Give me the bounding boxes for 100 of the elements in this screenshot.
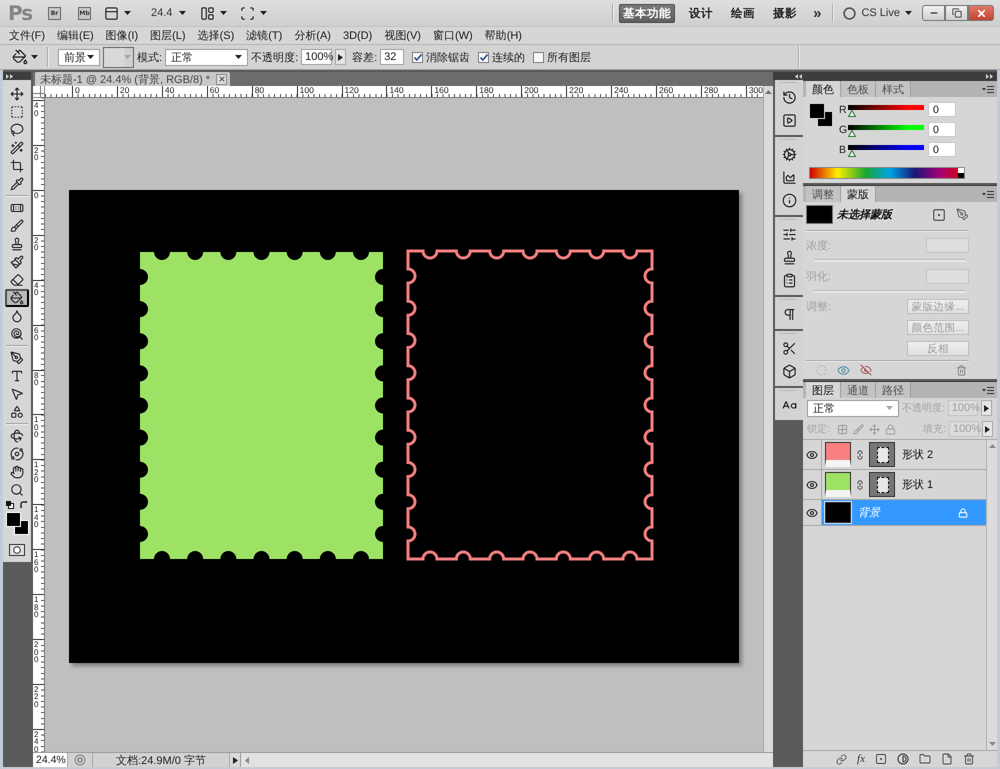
channel-value-field[interactable]: 0: [928, 122, 956, 137]
screen-mode-icon[interactable]: [240, 6, 256, 20]
play-square-icon[interactable]: [782, 113, 796, 128]
workspace-button[interactable]: 基本功能: [619, 4, 676, 22]
close-tab-button[interactable]: [216, 74, 228, 84]
double-chevron-icon[interactable]: [6, 74, 14, 78]
paint-bucket-icon[interactable]: [12, 49, 28, 65]
channel-slider-track[interactable]: [848, 124, 924, 138]
page-icon[interactable]: [941, 753, 953, 765]
fill-slider-button[interactable]: [982, 421, 993, 437]
pixel-mask-icon[interactable]: [932, 208, 946, 222]
zoom-dropdown[interactable]: 24.4: [151, 7, 186, 19]
default-colors-icon[interactable]: [6, 501, 14, 509]
caret-down-icon[interactable]: [260, 11, 268, 15]
panel-menu-icon[interactable]: [982, 190, 994, 198]
cube-icon[interactable]: [782, 364, 796, 379]
channel-slider-track[interactable]: [848, 104, 924, 118]
stamp-icon[interactable]: [782, 250, 796, 265]
horizontal-scrollbar[interactable]: [241, 753, 773, 767]
minimize-button[interactable]: [922, 5, 945, 21]
mask-icon[interactable]: [875, 753, 887, 765]
ruler-origin[interactable]: [33, 86, 45, 98]
history-icon[interactable]: [782, 90, 796, 105]
link-icon[interactable]: [836, 754, 848, 764]
channel-slider-track[interactable]: [848, 144, 924, 158]
area-chart-icon[interactable]: [782, 170, 796, 185]
double-chevron-icon[interactable]: [795, 74, 803, 78]
panel-tab[interactable]: 颜色: [806, 81, 841, 97]
zoom-field[interactable]: 24.4%: [33, 753, 68, 767]
menu-item[interactable]: 分析(A): [292, 28, 333, 43]
double-chevron-icon[interactable]: [986, 74, 994, 78]
opacity-slider-button[interactable]: [980, 400, 992, 416]
arrange-documents-icon[interactable]: [200, 6, 216, 20]
disc-icon[interactable]: [74, 754, 86, 766]
panel-tab[interactable]: 样式: [876, 81, 911, 97]
checkbox[interactable]: [533, 52, 544, 62]
color-spectrum-bar[interactable]: [809, 167, 965, 179]
folder-icon[interactable]: [919, 753, 931, 765]
opacity-slider-button[interactable]: [335, 49, 346, 65]
clipboard-list-icon[interactable]: [782, 273, 796, 288]
caret-down-icon[interactable]: [220, 11, 228, 15]
menu-item[interactable]: 窗口(W): [430, 28, 475, 43]
panel-menu-icon[interactable]: [982, 386, 994, 394]
channel-value-field[interactable]: 0: [928, 102, 956, 117]
caret-down-icon[interactable]: [31, 55, 38, 59]
checkbox[interactable]: [412, 52, 424, 62]
feather-field[interactable]: [926, 268, 969, 284]
panel-menu-icon[interactable]: [982, 86, 994, 92]
caret-down-icon[interactable]: [124, 11, 131, 15]
color-swatches-icon[interactable]: [809, 103, 833, 127]
opacity-field[interactable]: 100%: [301, 49, 332, 65]
menu-item[interactable]: 文件(F): [7, 28, 48, 43]
tolerance-field[interactable]: 32: [380, 49, 404, 65]
restore-button[interactable]: [945, 5, 968, 21]
checkbox[interactable]: [478, 52, 490, 62]
checkbox-label[interactable]: 消除锯齿: [426, 50, 470, 64]
checkerboard-icon[interactable]: [836, 424, 848, 434]
pattern-picker[interactable]: [103, 46, 134, 68]
scissors-icon[interactable]: [782, 341, 796, 356]
menu-item[interactable]: 编辑(E): [55, 28, 96, 43]
fill-source-dropdown[interactable]: 前景: [58, 48, 100, 66]
pilcrow-icon[interactable]: [782, 307, 796, 322]
ruler-label: 40: [34, 282, 38, 297]
view-extras-icon[interactable]: [104, 6, 119, 20]
menu-item[interactable]: 帮助(H): [482, 28, 524, 43]
menu-item[interactable]: 图层(L): [148, 28, 188, 43]
opacity-label: 不透明度:: [251, 50, 298, 64]
quick-mask-icon[interactable]: [9, 544, 25, 556]
checkbox-label[interactable]: 所有图层: [547, 50, 592, 64]
panel-tab[interactable]: 色板: [841, 81, 876, 97]
mode-dropdown[interactable]: 正常: [165, 48, 248, 66]
trash-icon[interactable]: [956, 364, 967, 376]
more-workspaces-button[interactable]: »: [813, 4, 822, 22]
menu-item[interactable]: 选择(S): [196, 28, 236, 43]
vertical-scrollbar[interactable]: [763, 86, 773, 752]
menu-item[interactable]: 3D(D): [340, 30, 374, 42]
cs-live-button[interactable]: CS Live: [843, 6, 912, 20]
layers-scrollbar[interactable]: [986, 440, 997, 750]
close-button[interactable]: [968, 5, 994, 21]
cog-icon[interactable]: [782, 147, 796, 162]
workspace-button[interactable]: 设计: [685, 4, 718, 22]
status-menu-button[interactable]: [230, 753, 241, 767]
pen-nib-icon[interactable]: [956, 208, 969, 221]
eye-off-icon[interactable]: [860, 364, 872, 376]
contrast-icon[interactable]: [897, 753, 909, 765]
menu-item[interactable]: 滤镜(T): [244, 28, 284, 43]
swap-arrow-icon[interactable]: [20, 501, 28, 509]
sliders-icon[interactable]: [782, 227, 796, 242]
workspace-button[interactable]: 绘画: [727, 4, 760, 22]
info-icon[interactable]: [782, 193, 796, 208]
density-field[interactable]: [926, 238, 969, 252]
document-tab[interactable]: 未标题-1 @ 24.4% (背景, RGB/8) *: [35, 72, 230, 86]
menu-item[interactable]: 图像(I): [104, 28, 140, 43]
workspace-button[interactable]: 摄影: [769, 4, 802, 22]
tool-button[interactable]: [5, 289, 29, 307]
checkbox-label[interactable]: 连续的: [492, 50, 526, 64]
menu-item[interactable]: 视图(V): [382, 28, 423, 43]
channel-value-field[interactable]: 0: [928, 142, 956, 157]
color-swatches-icon[interactable]: [6, 512, 28, 535]
trash-icon[interactable]: [963, 753, 975, 765]
